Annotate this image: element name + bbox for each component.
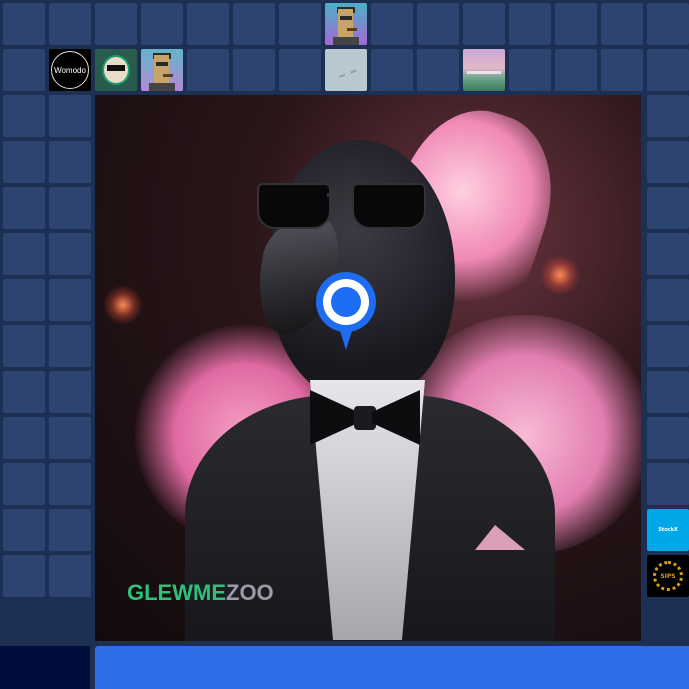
empty-grid-cell[interactable] [49,463,91,505]
empty-grid-cell[interactable] [3,49,45,91]
empty-grid-cell[interactable] [49,233,91,275]
empty-grid-cell[interactable] [647,141,689,183]
grid-cell-punk-teal[interactable] [141,49,183,91]
pixel-avatar-icon [325,3,367,45]
empty-grid-cell[interactable] [417,49,459,91]
stockx-logo: StockX [647,509,689,551]
grid-cell-punk-purple[interactable] [325,3,367,45]
empty-grid-cell[interactable] [187,3,229,45]
featured-artwork[interactable]: GLEWMEZOO [95,95,641,641]
empty-grid-cell[interactable] [647,233,689,275]
bow-tie [310,390,420,445]
empty-grid-cell[interactable] [3,187,45,229]
sips-logo: SIPS [647,555,689,597]
grid-cell-sips[interactable]: SIPS [647,555,689,597]
empty-grid-cell[interactable] [49,3,91,45]
empty-grid-cell[interactable] [3,3,45,45]
empty-grid-cell[interactable] [233,3,275,45]
empty-grid-cell[interactable] [49,417,91,459]
robot-avatar-icon [95,49,137,91]
empty-grid-cell[interactable] [417,3,459,45]
empty-grid-cell[interactable] [49,555,91,597]
grid-cell-landscape[interactable] [463,49,505,91]
empty-grid-cell[interactable] [509,49,551,91]
location-pin-icon[interactable] [316,272,376,352]
empty-grid-cell[interactable] [3,371,45,413]
empty-grid-cell[interactable] [371,49,413,91]
empty-grid-cell[interactable] [141,3,183,45]
empty-grid-cell[interactable] [3,555,45,597]
empty-grid-cell[interactable] [463,3,505,45]
empty-grid-cell[interactable] [49,371,91,413]
empty-grid-cell[interactable] [647,3,689,45]
empty-grid-cell[interactable] [647,95,689,137]
landscape-thumbnail [463,49,505,91]
empty-grid-cell[interactable] [3,233,45,275]
empty-grid-cell[interactable] [49,279,91,321]
empty-grid-cell[interactable] [601,3,643,45]
empty-grid-cell[interactable] [647,279,689,321]
bottom-left-panel [0,646,90,689]
empty-grid-cell[interactable] [3,325,45,367]
grid-cell-robot[interactable] [95,49,137,91]
pixel-avatar-icon [141,49,183,91]
brand-suffix: ZOO [226,580,274,605]
empty-grid-cell[interactable] [49,95,91,137]
empty-grid-cell[interactable] [187,49,229,91]
empty-grid-cell[interactable] [3,95,45,137]
empty-grid-cell[interactable] [49,141,91,183]
artwork-brand-logo: GLEWMEZOO [127,580,274,606]
lamp-glow [540,255,580,295]
empty-grid-cell[interactable] [49,187,91,229]
empty-grid-cell[interactable] [3,463,45,505]
empty-grid-cell[interactable] [647,463,689,505]
empty-grid-cell[interactable] [555,3,597,45]
empty-grid-cell[interactable] [3,279,45,321]
gear-icon: SIPS [653,561,683,591]
bottom-action-bar[interactable] [95,646,689,689]
empty-grid-cell[interactable] [3,509,45,551]
empty-grid-cell[interactable] [3,141,45,183]
empty-grid-cell[interactable] [49,509,91,551]
empty-grid-cell[interactable] [647,187,689,229]
empty-grid-cell[interactable] [279,49,321,91]
empty-grid-cell[interactable] [509,3,551,45]
empty-grid-cell[interactable] [233,49,275,91]
empty-grid-cell[interactable] [371,3,413,45]
empty-grid-cell[interactable] [555,49,597,91]
empty-grid-cell[interactable] [49,325,91,367]
faded-artwork-thumbnail [325,49,367,91]
empty-grid-cell[interactable] [3,417,45,459]
empty-grid-cell[interactable] [601,49,643,91]
grid-cell-womodo[interactable]: Womodo [49,49,91,91]
brand-prefix: GLEWME [127,580,226,605]
empty-grid-cell[interactable] [279,3,321,45]
womodo-logo: Womodo [49,49,91,91]
empty-grid-cell[interactable] [647,371,689,413]
empty-grid-cell[interactable] [647,417,689,459]
empty-grid-cell[interactable] [95,3,137,45]
sunglasses [257,183,426,229]
grid-cell-stockx[interactable]: StockX [647,509,689,551]
grid-cell-ghost[interactable] [325,49,367,91]
empty-grid-cell[interactable] [647,49,689,91]
lamp-glow [103,285,143,325]
empty-grid-cell[interactable] [647,325,689,367]
womodo-logo-label: Womodo [51,51,89,89]
